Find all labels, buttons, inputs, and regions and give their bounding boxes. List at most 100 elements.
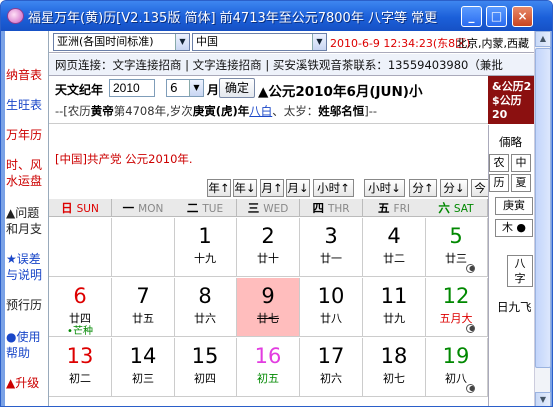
hour-up-button[interactable]: 小时↑ xyxy=(313,179,354,197)
nav-help2[interactable]: 帮助 xyxy=(6,345,50,361)
weekday-header: 六 SAT xyxy=(425,199,488,217)
day-cell[interactable]: 10 廿八 xyxy=(300,278,363,337)
gengyin-text: 庚寅(虎)年 xyxy=(192,104,250,118)
day-number: 11 xyxy=(380,284,408,308)
lunar-date: 初七 xyxy=(383,372,405,385)
minute-down-button[interactable]: 分↓ xyxy=(440,179,468,197)
scroll-up-icon[interactable]: ▲ xyxy=(535,31,551,47)
chevron-down-icon[interactable]: ▼ xyxy=(175,34,189,50)
minimize-button[interactable]: _ xyxy=(461,6,482,27)
day-cell[interactable]: 9 廿七 xyxy=(237,278,300,337)
day-cell[interactable]: 15 初四 xyxy=(174,338,237,397)
day-cell[interactable]: 14 初三 xyxy=(112,338,175,397)
li-box[interactable]: 历 xyxy=(489,174,509,192)
weekday-en: TUE xyxy=(202,203,224,215)
taisui-name: 姓邬名恒 xyxy=(318,104,365,118)
nav-upgrade[interactable]: ▲升级 xyxy=(6,375,50,391)
day-cell[interactable]: 11 廿九 xyxy=(363,278,426,337)
day-cell[interactable]: 12 五月大 xyxy=(425,278,488,337)
scroll-down-icon[interactable]: ▼ xyxy=(535,392,551,406)
lunar-date: 初五 xyxy=(257,372,279,385)
maximize-button[interactable]: □ xyxy=(486,6,507,27)
day-cell[interactable]: 13 初二 xyxy=(49,338,112,397)
day-cell[interactable]: 1 十九 xyxy=(174,218,237,277)
info-line: [中国]共产党 公元2010年. xyxy=(55,152,193,166)
weekday-zh: 二 xyxy=(186,201,199,215)
chevron-down-icon[interactable]: ▼ xyxy=(189,80,203,96)
year-down-button[interactable]: 年↓ xyxy=(233,179,257,197)
month-headline: ▲公元2010年6月(JUN)小 xyxy=(258,84,423,100)
scroll-thumb[interactable] xyxy=(535,48,551,368)
nav-shifeng[interactable]: 时、风 xyxy=(6,157,50,173)
link-bar[interactable]: 网页连接：文字连接招商 | 文字连接招商 | 买安溪铁观音茶联系：1355940… xyxy=(49,54,534,76)
timezone-value: 亚洲(各国时间标准) xyxy=(57,35,154,48)
lunar-date: 廿八 xyxy=(320,312,342,325)
title-bar[interactable]: 福星万年(黄)历[V2.135版 简体] 前4713年至公元7800年 八字等 … xyxy=(1,1,552,31)
day-cell[interactable]: 3 廿一 xyxy=(300,218,363,277)
day-number: 15 xyxy=(191,344,219,368)
app-window: 福星万年(黄)历[V2.135版 简体] 前4713年至公元7800年 八字等 … xyxy=(0,0,553,407)
month-label: 月 xyxy=(207,83,220,97)
location-toolbar: 亚洲(各国时间标准) ▼ 中国 ▼ 2010-6-9 12:34:23(东8区) 北… xyxy=(49,31,534,53)
lunar-date: 初三 xyxy=(132,372,154,385)
year-up-button[interactable]: 年↑ xyxy=(207,179,231,197)
nav-yuxingli[interactable]: 预行历 xyxy=(6,297,50,313)
day-cell[interactable]: 4 廿二 xyxy=(363,218,426,277)
month-up-button[interactable]: 月↑ xyxy=(260,179,284,197)
weekday-en: MON xyxy=(138,203,164,215)
gengyin-box[interactable]: 庚寅 xyxy=(495,197,533,215)
nav-shuiyun[interactable]: 水运盘 xyxy=(6,173,50,189)
month-select[interactable]: 6 ▼ xyxy=(166,79,204,97)
country-select[interactable]: 中国 ▼ xyxy=(192,33,327,51)
day-cell[interactable]: 17 初六 xyxy=(300,338,363,397)
day-cell[interactable]: 18 初七 xyxy=(363,338,426,397)
day-number: 10 xyxy=(317,284,345,308)
day-cell[interactable]: 19 初八 xyxy=(425,338,488,397)
bazi-box[interactable]: 八字 xyxy=(507,255,533,287)
bazi-zi: 字 xyxy=(514,272,526,285)
zhong-box[interactable]: 中 xyxy=(511,154,531,172)
day-cell[interactable]: 5 廿三 xyxy=(425,218,488,277)
year-input[interactable] xyxy=(109,79,155,97)
minute-up-button[interactable]: 分↑ xyxy=(409,179,437,197)
app-flower-icon[interactable] xyxy=(7,8,24,24)
nav-wenti[interactable]: ▲问题 xyxy=(6,205,50,221)
nav-shuoming[interactable]: 与说明 xyxy=(6,267,50,283)
confirm-button[interactable]: 确定 xyxy=(219,78,255,98)
nav-wannianli[interactable]: 万年历 xyxy=(6,127,50,143)
chevron-down-icon[interactable]: ▼ xyxy=(312,34,326,50)
bagua-link[interactable]: 八白 xyxy=(249,104,272,118)
calendar-grid: 日 SUN 一 MON 二 TUE 三 WED 四 THR 五 FRI 六 SAT 1 十九 2 廿… xyxy=(49,199,488,406)
wood-box[interactable]: 木 ● xyxy=(495,219,533,237)
timezone-select[interactable]: 亚洲(各国时间标准) ▼ xyxy=(53,33,190,51)
day-cell[interactable]: 6 廿四 •芒种 xyxy=(49,278,112,337)
lunar-date: 初二 xyxy=(69,372,91,385)
weekday-header: 三 WED xyxy=(237,199,300,217)
vertical-scrollbar[interactable]: ▲ ▼ xyxy=(534,31,551,406)
nav-help[interactable]: ●使用 xyxy=(6,329,50,345)
xia-box[interactable]: 夏 xyxy=(511,174,531,192)
nav-wucha[interactable]: ★误差 xyxy=(6,251,50,267)
close-button[interactable]: × xyxy=(512,6,533,27)
nav-nayin[interactable]: 纳音表 xyxy=(6,67,50,83)
month-value: 6 xyxy=(170,81,178,95)
day-cell[interactable]: 8 廿六 xyxy=(174,278,237,337)
day-cell[interactable]: 7 廿五 xyxy=(112,278,175,337)
day-cell[interactable]: 2 廿十 xyxy=(237,218,300,277)
lunar-date: 初四 xyxy=(194,372,216,385)
weekday-header: 二 TUE xyxy=(174,199,237,217)
month-down-button[interactable]: 月↓ xyxy=(286,179,310,197)
day-number: 4 xyxy=(387,224,401,248)
weekday-header: 一 MON xyxy=(112,199,175,217)
weekday-header: 四 THR xyxy=(300,199,363,217)
day-number: 6 xyxy=(73,284,87,308)
day-cell[interactable]: 16 初五 xyxy=(237,338,300,397)
weekday-zh: 三 xyxy=(247,201,260,215)
nav-shengwang[interactable]: 生旺表 xyxy=(6,97,50,113)
hour-down-button[interactable]: 小时↓ xyxy=(364,179,405,197)
day-cell xyxy=(49,218,112,277)
nong-box[interactable]: 农 xyxy=(489,154,509,172)
nav-yuezhi[interactable]: 和月支 xyxy=(6,221,50,237)
today-button[interactable]: 今 xyxy=(471,179,489,197)
sub-suffix: ]-- xyxy=(364,104,378,118)
